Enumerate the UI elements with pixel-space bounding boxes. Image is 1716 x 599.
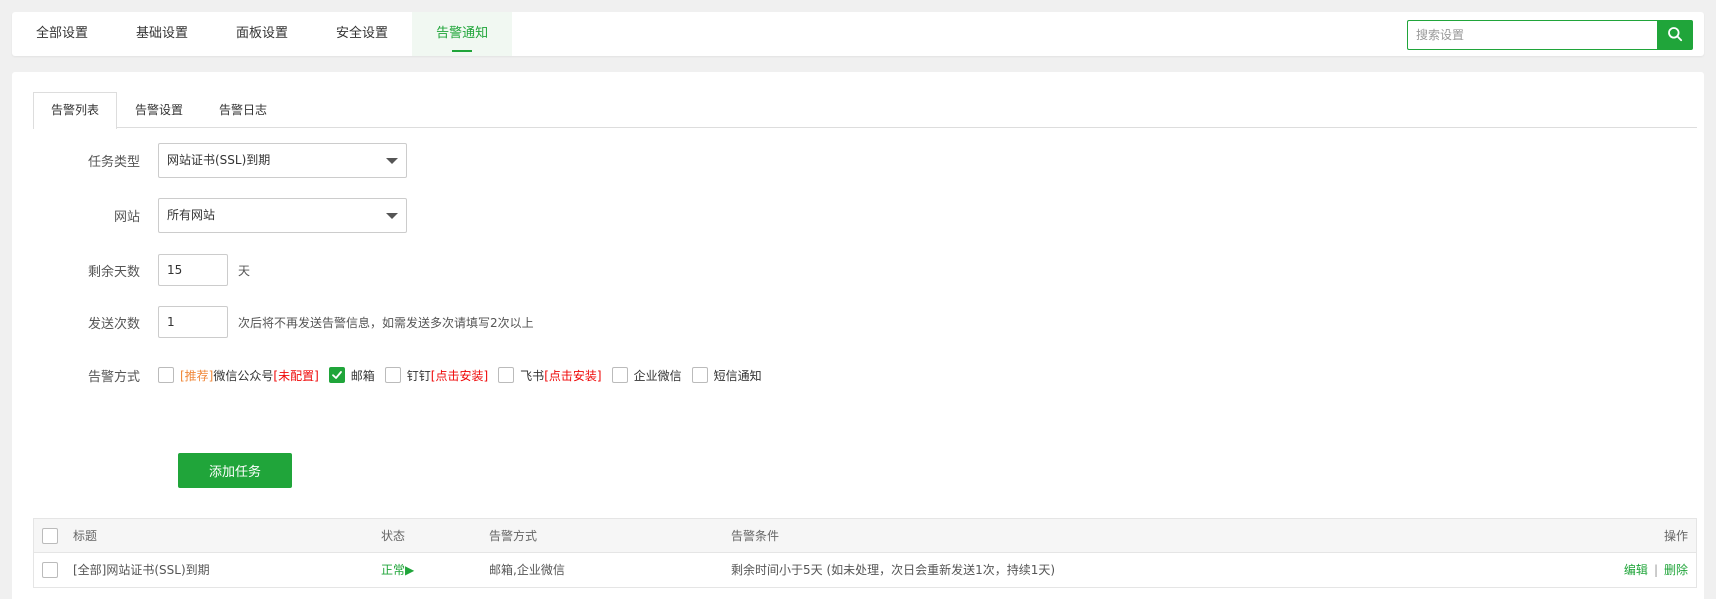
delete-link[interactable]: 删除	[1664, 563, 1688, 577]
wechat-mp-status-link[interactable]: [未配置]	[273, 367, 318, 384]
tab-alert-notifications[interactable]: 告警通知	[412, 12, 513, 56]
row-ops: 编辑 | 删除	[1624, 553, 1688, 587]
days-unit: 天	[238, 263, 251, 278]
wechat-mp-label: 微信公众号	[213, 368, 274, 383]
sms-label: 短信通知	[713, 368, 762, 383]
wecom-checkbox[interactable]	[611, 367, 628, 383]
send-count-row: 发送次数 次后将不再发送告警信息，如需发送多次请填写2次以上	[12, 306, 534, 338]
dingtalk-install-link[interactable]: [点击安装]	[431, 367, 488, 384]
recommend-tag: [推荐]	[180, 368, 214, 383]
option-feishu[interactable]: 飞书 [点击安装]	[498, 367, 602, 384]
table-row: [全部]网站证书(SSL)到期 正常▶ 邮箱,企业微信 剩余时间小于5天 (如未…	[34, 553, 1696, 587]
settings-search	[1407, 20, 1693, 50]
task-type-label: 任务类型	[87, 155, 140, 170]
select-all-checkbox[interactable]	[42, 528, 58, 544]
wechat-mp-checkbox[interactable]	[158, 367, 174, 383]
row-status-toggle[interactable]: 正常▶	[381, 553, 414, 587]
send-count-input[interactable]	[158, 306, 228, 338]
tab-panel-settings[interactable]: 面板设置	[212, 12, 312, 56]
feishu-label: 飞书	[520, 368, 545, 383]
settings-nav-tabs: 全部设置 基础设置 面板设置 安全设置 告警通知	[12, 12, 513, 56]
feishu-checkbox[interactable]	[498, 367, 515, 383]
row-method: 邮箱,企业微信	[489, 563, 565, 577]
dingtalk-label: 钉钉	[406, 368, 431, 383]
days-left-row: 剩余天数 天	[12, 254, 250, 286]
option-wechat-mp[interactable]: [推荐] 微信公众号 [未配置]	[158, 367, 319, 384]
alert-method-row: 告警方式 [推荐] 微信公众号 [未配置] 邮箱 钉钉 [点击安装] 飞书 [点击安装]…	[12, 366, 772, 385]
alert-task-table: 标题 状态 告警方式 告警条件 操作 [全部]网站证书(SSL)到期 正常▶ 邮…	[33, 518, 1697, 588]
days-left-input[interactable]	[158, 254, 228, 286]
email-label: 邮箱	[350, 368, 375, 383]
sms-checkbox[interactable]	[691, 367, 708, 383]
search-icon	[1667, 26, 1683, 45]
table-header-row: 标题 状态 告警方式 告警条件 操作	[34, 519, 1696, 553]
tab-security-settings[interactable]: 安全设置	[312, 12, 412, 56]
alert-panel: 告警列表 告警设置 告警日志 任务类型 网站证书(SSL)到期 网站 所有网站 …	[12, 72, 1704, 599]
row-title: [全部]网站证书(SSL)到期	[73, 563, 210, 577]
send-count-label: 发送次数	[87, 316, 140, 332]
chevron-down-icon	[386, 213, 398, 219]
tab-alert-logs[interactable]: 告警日志	[201, 92, 285, 128]
wecom-label: 企业微信	[633, 368, 682, 383]
site-row: 网站 所有网站	[12, 198, 407, 233]
email-checkbox[interactable]	[328, 367, 345, 383]
check-icon	[331, 371, 342, 379]
task-type-row: 任务类型 网站证书(SSL)到期	[12, 143, 407, 178]
tab-alert-list[interactable]: 告警列表	[33, 92, 118, 129]
row-checkbox[interactable]	[42, 562, 58, 578]
row-condition: 剩余时间小于5天 (如未处理，次日会重新发送1次，持续1天)	[731, 563, 1056, 577]
header-ops: 操作	[1663, 529, 1688, 543]
alert-subtabs: 告警列表 告警设置 告警日志	[33, 92, 1697, 129]
option-dingtalk[interactable]: 钉钉 [点击安装]	[384, 367, 488, 384]
site-label: 网站	[113, 210, 140, 225]
task-type-value: 网站证书(SSL)到期	[167, 153, 271, 167]
days-left-label: 剩余天数	[87, 264, 140, 280]
tab-alert-settings[interactable]: 告警设置	[117, 92, 201, 128]
option-wecom[interactable]: 企业微信	[611, 367, 682, 384]
tab-all-settings[interactable]: 全部设置	[12, 12, 112, 56]
chevron-down-icon	[386, 158, 398, 164]
option-sms[interactable]: 短信通知	[691, 367, 762, 384]
search-button[interactable]	[1657, 20, 1693, 50]
tab-basic-settings[interactable]: 基础设置	[112, 12, 212, 56]
search-input[interactable]	[1407, 20, 1657, 50]
site-select[interactable]: 所有网站	[158, 198, 407, 233]
header-condition: 告警条件	[731, 529, 780, 543]
send-count-hint: 次后将不再发送告警信息，如需发送多次请填写2次以上	[238, 315, 534, 330]
task-type-select[interactable]: 网站证书(SSL)到期	[158, 143, 407, 178]
dingtalk-checkbox[interactable]	[384, 367, 401, 383]
header-status: 状态	[381, 529, 406, 543]
header-method: 告警方式	[489, 529, 538, 543]
add-task-button[interactable]: 添加任务	[178, 453, 292, 488]
top-navigation-bar: 全部设置 基础设置 面板设置 安全设置 告警通知	[12, 12, 1704, 56]
edit-link[interactable]: 编辑	[1624, 563, 1648, 577]
header-title: 标题	[73, 529, 98, 543]
feishu-install-link[interactable]: [点击安装]	[544, 367, 601, 384]
option-email[interactable]: 邮箱	[328, 367, 375, 384]
ops-separator: |	[1653, 563, 1658, 577]
site-value: 所有网站	[167, 208, 216, 222]
alert-method-label: 告警方式	[87, 369, 140, 385]
